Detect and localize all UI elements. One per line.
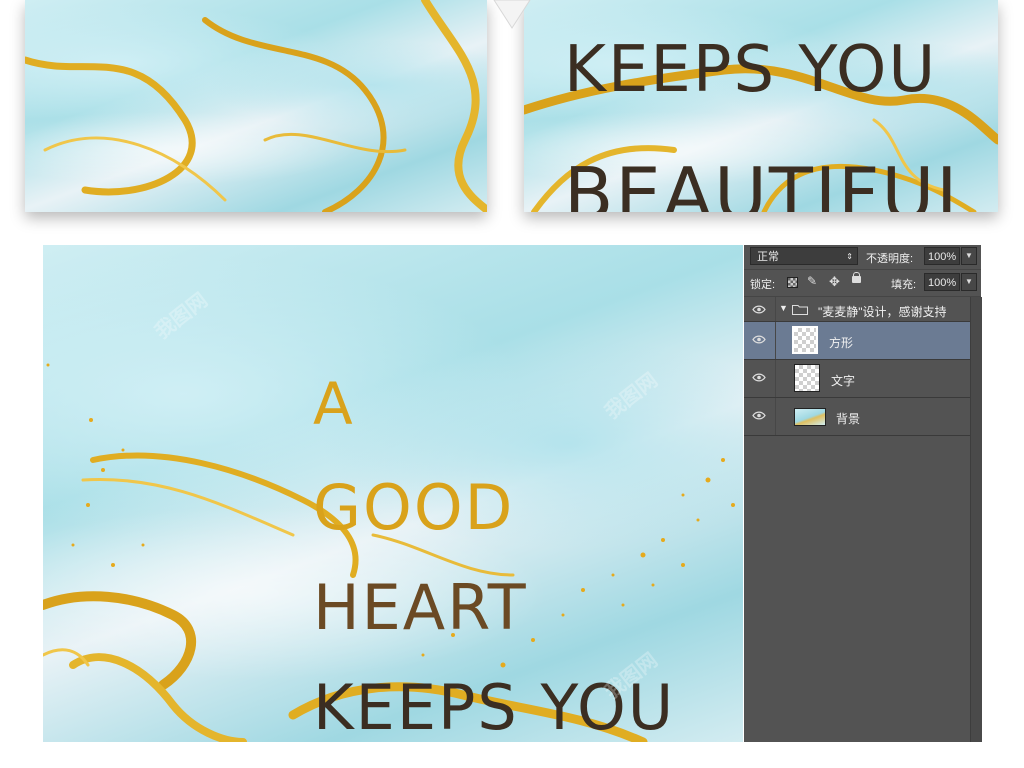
fill-dropdown-button[interactable]: ▼	[961, 273, 977, 291]
eye-column-divider	[775, 398, 776, 435]
artwork-text-line: A	[313, 370, 355, 438]
layer-name: 背景	[836, 412, 861, 426]
blend-mode-select[interactable]: 正常 ⇕	[750, 247, 858, 265]
artwork-text-line: HEART	[313, 571, 528, 644]
lock-image-pixels-icon[interactable]: ✎	[807, 274, 817, 288]
visibility-eye-icon[interactable]	[752, 411, 766, 420]
fill-label: 填充:	[891, 279, 917, 291]
layer-row-beijing[interactable]: 背景	[744, 398, 970, 436]
lock-label: 锁定:	[750, 279, 776, 291]
fill-value: 100%	[928, 277, 957, 289]
eye-column-divider	[775, 360, 776, 397]
layer-row-fangxing[interactable]: 方形	[744, 322, 970, 360]
select-arrows-icon: ⇕	[846, 252, 853, 261]
blend-mode-value: 正常	[757, 251, 779, 263]
lock-all-shackle	[853, 272, 860, 278]
opacity-value: 100%	[928, 251, 957, 263]
eye-column-divider	[775, 297, 776, 321]
layer-name: 文字	[831, 374, 856, 388]
expand-triangle-icon[interactable]: ▼	[779, 303, 788, 313]
preview-panel-top-right: KEEPS YOU BEAUTIFUL	[524, 0, 998, 212]
lock-row: 锁定: ✎ ✥ 填充: 100% ▼	[744, 269, 981, 297]
gold-vein-decoration	[25, 0, 487, 212]
preview-panel-top-left	[25, 0, 487, 212]
group-name: "麦麦静"设计，感谢支持	[818, 305, 947, 319]
layer-name: 方形	[829, 336, 854, 350]
layers-scrollbar[interactable]	[970, 297, 982, 742]
opacity-label: 不透明度:	[866, 253, 914, 265]
visibility-eye-icon[interactable]	[752, 335, 766, 344]
artwork-text-line: KEEPS YOU	[564, 33, 938, 107]
visibility-eye-icon[interactable]	[752, 305, 766, 314]
lock-position-icon[interactable]: ✥	[829, 274, 840, 290]
opacity-input[interactable]: 100%	[924, 247, 960, 265]
marble-thumbnail	[794, 408, 826, 426]
layer-group-row[interactable]: ▼ "麦麦静"设计，感谢支持	[744, 297, 970, 322]
layers-panel: 正常 ⇕ 不透明度: 100% ▼ 锁定: ✎ ✥ 填充: 100% ▼ ▼ "…	[744, 245, 982, 742]
layer-thumbnail	[794, 364, 820, 392]
fill-input[interactable]: 100%	[924, 273, 960, 291]
lock-transparent-pixels-icon[interactable]	[787, 277, 798, 288]
layer-thumbnail	[792, 326, 818, 354]
layer-row-wenzi[interactable]: 文字	[744, 360, 970, 398]
artwork-text-line: BEAUTIFUL	[564, 152, 979, 212]
folder-icon	[792, 305, 808, 315]
artwork-text-line: GOOD	[313, 471, 515, 544]
ribbon-tip-decoration	[493, 0, 531, 29]
visibility-eye-icon[interactable]	[752, 373, 766, 382]
opacity-dropdown-button[interactable]: ▼	[961, 247, 977, 265]
layer-list: ▼ "麦麦静"设计，感谢支持 方形 文字 背景	[744, 297, 970, 742]
eye-column-divider	[775, 322, 776, 359]
